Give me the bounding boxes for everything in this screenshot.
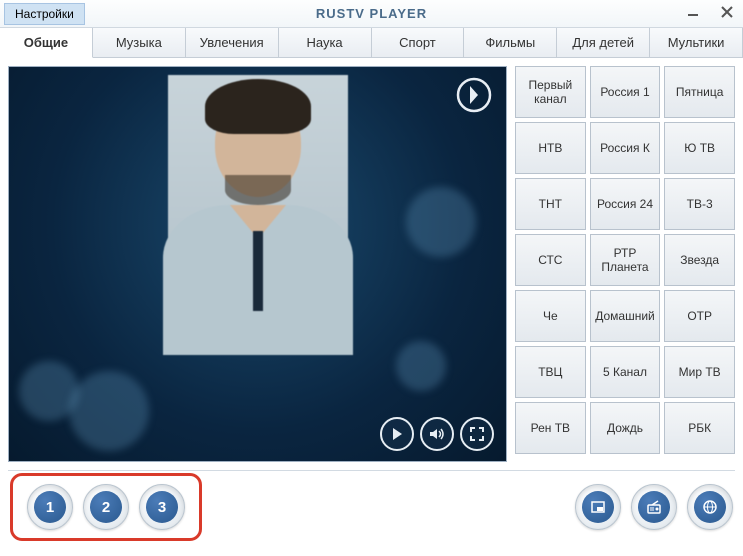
channel-button[interactable]: Первый канал [515, 66, 586, 118]
channel-button[interactable]: 5 Канал [590, 346, 661, 398]
preset-3-button[interactable]: 3 [139, 484, 185, 530]
channel-button[interactable]: Россия 1 [590, 66, 661, 118]
volume-button[interactable] [420, 417, 454, 451]
channel-button[interactable]: Че [515, 290, 586, 342]
video-controls [380, 417, 494, 451]
channel-button[interactable]: ТВ-3 [664, 178, 735, 230]
channel-button[interactable]: Пятница [664, 66, 735, 118]
titlebar: Настройки RUSTV PLAYER [0, 0, 743, 28]
preset-label: 1 [34, 491, 66, 523]
category-tabs: Общие Музыка Увлечения Наука Спорт Фильм… [0, 28, 743, 58]
channel-button[interactable]: Россия К [590, 122, 661, 174]
tab-kids[interactable]: Для детей [557, 28, 650, 57]
main-content: Первый канал Россия 1 Пятница НТВ Россия… [0, 58, 743, 466]
channel-button[interactable]: ТВЦ [515, 346, 586, 398]
radio-icon [638, 491, 670, 523]
tab-movies[interactable]: Фильмы [464, 28, 557, 57]
close-icon[interactable] [717, 2, 737, 22]
preset-label: 3 [146, 491, 178, 523]
channel-button[interactable]: ОТР [664, 290, 735, 342]
video-frame-content [168, 75, 348, 355]
window-controls [683, 2, 737, 22]
channel-list: Первый канал Россия 1 Пятница НТВ Россия… [515, 66, 735, 462]
channel-button[interactable]: РБК [664, 402, 735, 454]
channel-button[interactable]: РТР Планета [590, 234, 661, 286]
minimize-icon[interactable] [683, 2, 703, 22]
app-title: RUSTV PLAYER [0, 6, 743, 21]
channel-button[interactable]: Мир ТВ [664, 346, 735, 398]
channel-button[interactable]: ТНТ [515, 178, 586, 230]
tab-sport[interactable]: Спорт [372, 28, 465, 57]
preset-2-button[interactable]: 2 [83, 484, 129, 530]
pip-button[interactable] [575, 484, 621, 530]
preset-group-highlight: 1 2 3 [10, 473, 202, 541]
channel-button[interactable]: Домашний [590, 290, 661, 342]
preset-1-button[interactable]: 1 [27, 484, 73, 530]
settings-button[interactable]: Настройки [4, 3, 85, 25]
channel-button[interactable]: Дождь [590, 402, 661, 454]
preset-label: 2 [90, 491, 122, 523]
tab-cartoons[interactable]: Мультики [650, 28, 743, 57]
globe-icon [694, 491, 726, 523]
channel-button[interactable]: Россия 24 [590, 178, 661, 230]
channel-button[interactable]: Звезда [664, 234, 735, 286]
pip-icon [582, 491, 614, 523]
channel-button[interactable]: Ю ТВ [664, 122, 735, 174]
channel-button[interactable]: НТВ [515, 122, 586, 174]
radio-button[interactable] [631, 484, 677, 530]
globe-button[interactable] [687, 484, 733, 530]
tab-hobby[interactable]: Увлечения [186, 28, 279, 57]
tab-science[interactable]: Наука [279, 28, 372, 57]
channel-1-logo [456, 77, 492, 113]
tab-general[interactable]: Общие [0, 28, 93, 58]
video-player[interactable] [8, 66, 507, 462]
channel-button[interactable]: СТС [515, 234, 586, 286]
play-button[interactable] [380, 417, 414, 451]
channel-button[interactable]: Рен ТВ [515, 402, 586, 454]
fullscreen-button[interactable] [460, 417, 494, 451]
bottom-toolbar: 1 2 3 [0, 471, 743, 543]
tool-group [575, 484, 733, 530]
tab-music[interactable]: Музыка [93, 28, 186, 57]
